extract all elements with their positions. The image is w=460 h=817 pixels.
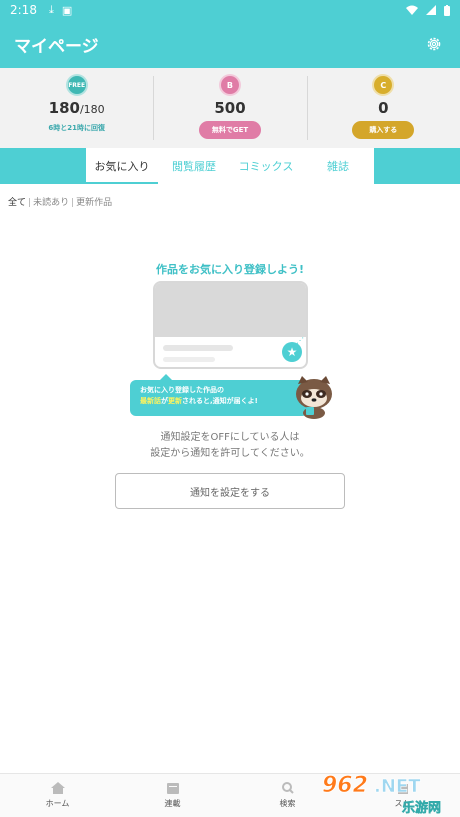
raccoon-mascot-icon [296, 376, 332, 419]
nav-series[interactable]: 連載 [115, 774, 230, 817]
filter-unread[interactable]: 未読あり [33, 198, 69, 208]
bonus-points-value: 500 [214, 99, 246, 117]
sparkle-icon: ⋰ [296, 336, 304, 345]
watermark-logo: 962 .NET 乐游网 [322, 773, 442, 816]
free-recovery-note: 6時と21時に回復 [48, 124, 105, 132]
tab-magazines[interactable]: 雑誌 [302, 148, 374, 184]
tab-history[interactable]: 閲覧履歴 [158, 148, 230, 184]
wifi-icon [406, 5, 418, 15]
svg-text:.NET: .NET [374, 776, 421, 797]
points-panel: FREE 180/180 6時と21時に回復 B 500 無料でGET C 0 … [0, 68, 460, 148]
status-bar: 2:18 ⤓ ▣ [0, 0, 460, 20]
home-icon [50, 782, 65, 794]
gear-icon [427, 37, 441, 51]
tab-comics[interactable]: コミックス [230, 148, 302, 184]
calendar-icon [166, 783, 179, 794]
coin-points-value: 0 [378, 99, 389, 117]
svg-text:962: 962 [322, 773, 368, 798]
svg-text:乐游网: 乐游网 [402, 800, 441, 816]
status-time: 2:18 [10, 3, 37, 17]
card-thumbnail [155, 283, 306, 337]
card-line [163, 357, 215, 362]
coin-badge-icon: C [372, 74, 395, 96]
tab-favorites[interactable]: お気に入り [86, 148, 158, 184]
nav-series-label: 連載 [164, 799, 181, 808]
app-header: マイページ [0, 20, 460, 68]
bonus-points: B 500 無料でGET [153, 68, 306, 148]
free-points-value: 180/180 [48, 99, 105, 117]
tab-bar: お気に入り 閲覧履歴 コミックス 雑誌 [0, 148, 460, 184]
notification-bubble: お気に入り登録した作品の 最新話が更新されると,通知が届くよ! [130, 374, 308, 416]
filter-bar: 全て | 未読あり | 更新作品 [8, 195, 112, 208]
filter-divider: | [28, 198, 32, 208]
download-icon: ⤓ [48, 3, 54, 16]
filter-updated[interactable]: 更新作品 [76, 198, 112, 208]
get-free-button[interactable]: 無料でGET [198, 121, 261, 139]
free-points: FREE 180/180 6時と21時に回復 [0, 68, 153, 148]
filter-divider: | [71, 198, 75, 208]
notice-line1: 通知設定をOFFにしている人は [160, 432, 300, 443]
bubble-line2: 最新話が更新されると,通知が届くよ! [140, 397, 258, 405]
coin-points: C 0 購入する [306, 68, 460, 148]
signal-icon [426, 5, 436, 15]
purchase-button[interactable]: 購入する [352, 121, 415, 139]
card-line [163, 345, 233, 351]
free-badge-icon: FREE [65, 74, 88, 96]
settings-button[interactable] [422, 32, 446, 56]
notice-line2: 設定から通知を許可してください。 [150, 448, 310, 459]
nav-home-label: ホーム [45, 799, 70, 808]
bonus-badge-icon: B [218, 74, 241, 96]
filter-all[interactable]: 全て [8, 198, 26, 208]
nav-search-label: 検索 [279, 799, 296, 808]
notification-notice: 通知設定をOFFにしている人は 設定から通知を許可してください。 [0, 430, 460, 462]
notification-settings-button[interactable]: 通知を設定をする [115, 473, 345, 509]
search-icon [281, 782, 294, 794]
notification-icon: ▣ [61, 3, 73, 17]
favorite-star-icon: ★ [282, 342, 302, 362]
empty-state-title: 作品をお気に入り登録しよう! [155, 263, 304, 276]
nav-home[interactable]: ホーム [0, 774, 115, 817]
page-title: マイページ [14, 36, 99, 57]
battery-icon [444, 4, 450, 16]
bubble-line1: お気に入り登録した作品の [140, 386, 224, 394]
